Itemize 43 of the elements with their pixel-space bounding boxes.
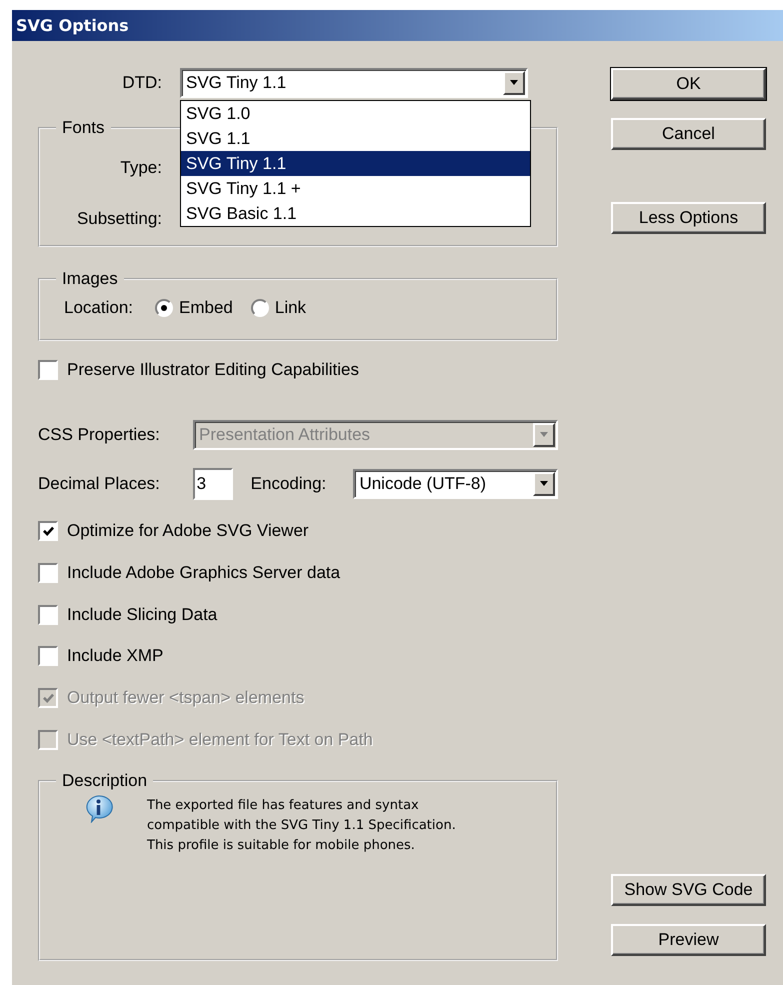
group-title: Images [61,269,119,289]
radio-label: Link [274,298,306,318]
radio-button[interactable] [250,299,269,317]
group-title: Fonts [61,118,106,138]
field-label: Decimal Places: [38,474,161,494]
checkbox-label: Include XMP [67,646,164,666]
checkbox-label: Include Adobe Graphics Server data [67,562,340,583]
field-label: Subsetting: [76,208,162,228]
dialog-button[interactable]: Cancel [611,118,766,150]
checkbox-label: Optimize for Adobe SVG Viewer [67,521,309,541]
dropdown-option[interactable]: SVG 1.1 [181,126,530,151]
field-label: Type: [119,158,162,178]
group-title: Description [61,770,148,791]
field-label: Encoding: [250,474,328,494]
checkmark-icon [42,524,54,538]
checkbox-label: Use <textPath> element for Text on Path [67,730,373,750]
dropdown-option[interactable]: SVG Tiny 1.1 + [181,176,530,201]
dialog-button[interactable]: Show SVG Code [611,874,766,906]
checkbox[interactable] [38,646,58,666]
radio-button[interactable] [155,299,173,317]
checkbox-label: Include Slicing Data [67,604,218,625]
field-label: DTD: [121,73,162,93]
description-text: The exported file has features and syntax compatible with the SVG Tiny 1.1 Specification. This profile is suitable for mobile phones. [147,796,456,855]
radio-label: Embed [179,298,233,318]
dtd-dropdown[interactable]: SVG Tiny 1.1 [180,68,528,98]
checkbox[interactable] [38,604,58,625]
decimal-places-field[interactable]: 3 [192,468,233,500]
encoding-dropdown[interactable]: Unicode (UTF-8) [353,469,558,499]
field-label: Location: [64,298,133,318]
checkmark-icon [42,692,54,705]
checkbox-label: Preserve Illustrator Editing Capabilities [67,360,359,380]
dropdown-option[interactable]: SVG 1.0 [181,101,530,126]
dialog-button[interactable]: Less Options [611,202,766,234]
dialog-button[interactable]: OK [611,68,766,100]
field-label: CSS Properties: [38,424,161,444]
dropdown-option[interactable]: SVG Basic 1.1 [181,201,530,226]
checkbox[interactable] [38,562,58,583]
checkbox[interactable] [38,521,58,541]
checkbox[interactable] [38,360,58,380]
dialog-button[interactable]: Preview [611,924,766,956]
window-title: SVG Options [12,10,783,41]
checkbox-label: Output fewer <tspan> elements [67,688,304,708]
dropdown-option[interactable]: SVG Tiny 1.1 [181,151,530,176]
